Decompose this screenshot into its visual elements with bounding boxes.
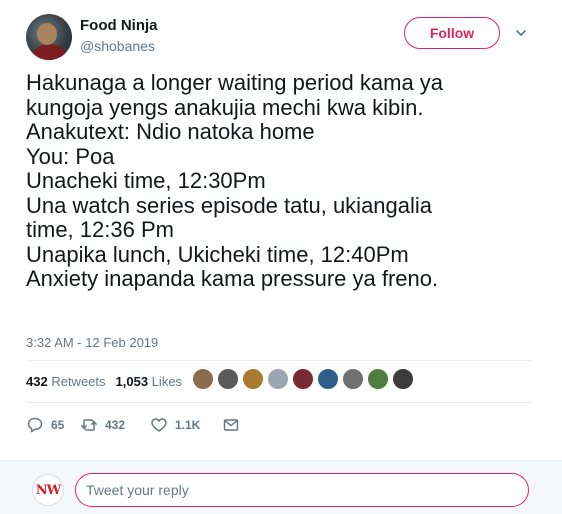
liker-avatar[interactable] [242,368,264,390]
liker-avatar[interactable] [317,368,339,390]
liker-avatar[interactable] [267,368,289,390]
retweet-icon [81,419,97,431]
tweet-line: time, 12:36 Pm [26,217,174,242]
retweet-action[interactable]: 432 [80,416,150,434]
liker-avatar[interactable] [342,368,364,390]
tweet-actions: 65 432 1.1K [26,415,247,435]
like-count: 1.1K [175,418,201,432]
like-action[interactable]: 1.1K [150,416,222,434]
author-handle[interactable]: @shobanes [80,38,155,54]
liker-avatar[interactable] [292,368,314,390]
retweets-count: 432 [26,374,48,389]
likes-count: 1,053 [115,374,149,389]
reply-bar: NW [0,460,562,514]
liker-avatar[interactable] [392,368,414,390]
tweet-timestamp[interactable]: 3:32 AM - 12 Feb 2019 [26,335,158,350]
avatar-shirt [30,44,68,60]
current-user-avatar-text: NW [35,482,62,498]
tweet-line: Unapika lunch, Ukicheki time, 12:40Pm [26,241,409,267]
engagement-stats: 432 Retweets 1,053 Likes [26,374,192,389]
likes-label: Likes [151,374,183,389]
current-user-avatar[interactable]: NW [32,474,64,506]
liker-avatar[interactable] [192,368,214,390]
message-action[interactable] [222,416,247,434]
tweet-line: Una watch series episode tatu, ukiangali… [26,192,433,218]
tweet-line: You: Poa [26,143,115,169]
retweets-label: Retweets [51,374,106,389]
avatar-face [37,23,57,45]
follow-button[interactable]: Follow [404,17,500,49]
reply-icon [27,417,43,433]
retweet-count: 432 [105,418,126,432]
tweet-line: Anxiety inapanda kama pressure ya freno. [26,266,439,291]
chevron-down-icon[interactable] [514,26,528,40]
liker-avatar[interactable] [217,368,239,390]
heart-icon [151,418,167,432]
reply-input[interactable] [75,473,529,507]
liker-avatar[interactable] [367,368,389,390]
tweet-line: Hakunaga a longer waiting period kama ya [26,70,444,95]
tweet-line: kungoja yengs anakujia mechi kwa kibin. [26,94,424,120]
author-avatar[interactable] [26,14,72,60]
divider [26,402,532,403]
reply-action[interactable]: 65 [26,416,80,434]
likes-stat[interactable]: 1,053 Likes [116,374,183,389]
envelope-icon [223,419,239,431]
retweets-stat[interactable]: 432 Retweets [26,374,106,389]
tweet-line: Anakutext: Ndio natoka home [26,119,315,144]
tweet-card: Food Ninja @shobanes Follow Hakunaga a l… [0,0,562,460]
liker-avatars [192,368,417,392]
divider [26,360,532,361]
tweet-text: Hakunaga a longer waiting period kama ya… [26,70,546,292]
tweet-line: Unacheki time, 12:30Pm [26,168,266,193]
author-display-name[interactable]: Food Ninja [80,17,158,34]
reply-count: 65 [51,418,65,432]
